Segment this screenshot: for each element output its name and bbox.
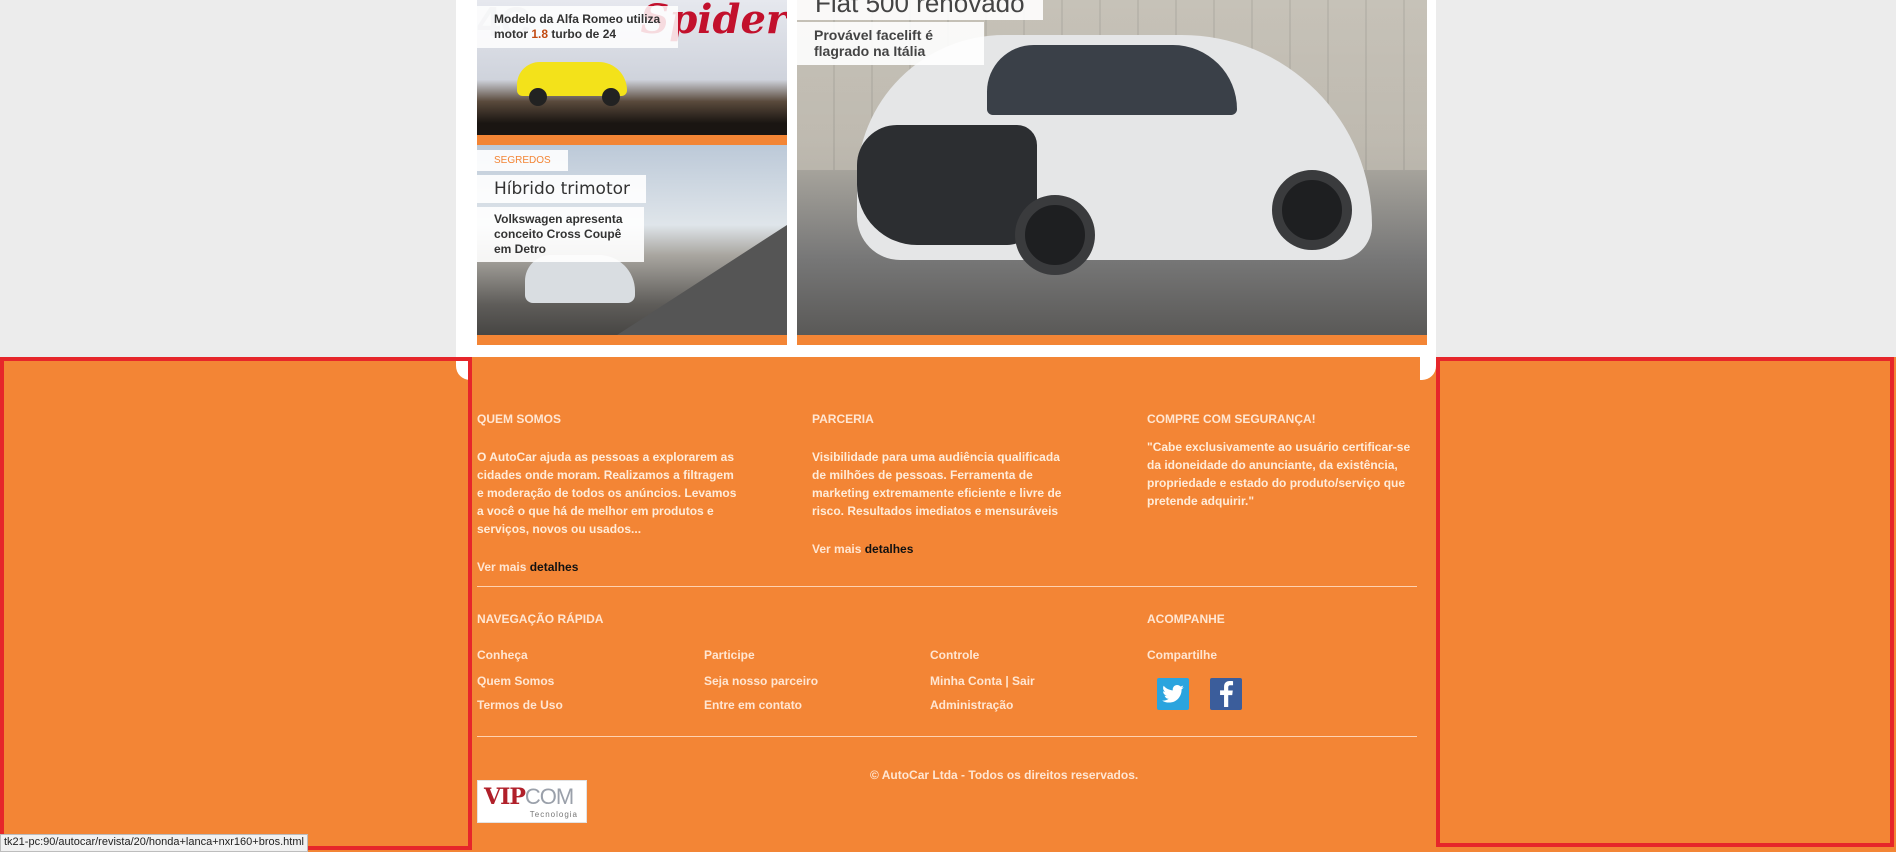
twitter-icon[interactable] [1157, 678, 1189, 710]
share-label: Compartilhe [1147, 648, 1218, 662]
car-window [987, 45, 1237, 115]
facebook-icon[interactable] [1210, 678, 1242, 710]
car-wheel [529, 88, 547, 106]
copyright-text: © AutoCar Ltda - Todos os direitos reser… [870, 768, 1139, 782]
partner-more: Ver mais detalhes [812, 542, 913, 556]
facebook-f-icon [1220, 681, 1234, 707]
partner-details-link[interactable]: detalhes [865, 542, 914, 556]
tile-title[interactable]: Híbrido trimotor [477, 175, 646, 203]
vipcom-logo-sub: Tecnologia [529, 810, 578, 819]
twitter-bird-icon [1162, 685, 1184, 703]
nav-link-controle[interactable]: Controle [930, 648, 979, 662]
car-wheel [602, 88, 620, 106]
nav-link-participe[interactable]: Participe [704, 648, 755, 662]
tile-category-tag[interactable]: SEGREDOS [477, 150, 568, 171]
about-heading: QUEM SOMOS [477, 412, 562, 426]
suv-car-image [525, 255, 635, 303]
logo-part-b: COM [524, 784, 574, 809]
nav-link-conheca[interactable]: Conheça [477, 648, 528, 662]
about-details-link[interactable]: detalhes [530, 560, 579, 574]
partner-heading: PARCERIA [812, 412, 874, 426]
nav-link-minha-conta[interactable]: Minha Conta | Sair [930, 674, 1035, 688]
quick-nav-heading: NAVEGAÇÃO RÁPIDA [477, 612, 604, 626]
news-tile-hybrid[interactable]: SEGREDOS Híbrido trimotor Volkswagen apr… [477, 145, 787, 345]
car-wheel [1015, 195, 1095, 275]
footer-divider [477, 736, 1417, 737]
vipcom-logo[interactable]: VIPCOM Tecnologia [477, 780, 587, 823]
logo-part-a: VIP [484, 784, 526, 810]
security-text: "Cabe exclusivamente ao usuário certific… [1147, 440, 1411, 508]
tile-title[interactable]: Fiat 500 renovado [797, 0, 1043, 20]
partner-text: Visibilidade para uma audiência qualific… [812, 450, 1062, 518]
tile-description: Volkswagen apresenta conceito Cross Coup… [477, 207, 644, 262]
footer-divider [477, 586, 1417, 587]
nav-link-parceiro[interactable]: Seja nosso parceiro [704, 674, 818, 688]
vipcom-logo-text: VIPCOM [484, 784, 574, 810]
highlight-frame-right [1436, 357, 1894, 847]
about-more: Ver mais detalhes [477, 560, 578, 574]
camouflage-front [857, 125, 1037, 245]
more-prefix: Ver mais [477, 560, 530, 574]
tile-accent-bar [477, 335, 787, 345]
caption-highlight: 1.8 [531, 27, 549, 41]
news-tile-fiat[interactable]: Fiat 500 renovado Provável facelift é fl… [797, 0, 1427, 345]
about-text: O AutoCar ajuda as pessoas a explorarem … [477, 450, 737, 536]
car-wheel [1272, 170, 1352, 250]
caption-text-suffix: turbo de 24 [548, 27, 617, 41]
nav-link-quem-somos[interactable]: Quem Somos [477, 674, 554, 688]
more-prefix: Ver mais [812, 542, 865, 556]
news-tile-spider[interactable]: 4C Spider Modelo da Alfa Romeo utiliza m… [477, 0, 787, 145]
highlight-frame-left [0, 357, 472, 850]
tile-accent-bar [477, 135, 787, 145]
browser-status-url: tk21-pc:90/autocar/revista/20/honda+lanc… [0, 834, 308, 852]
follow-heading: ACOMPANHE [1147, 612, 1225, 626]
nav-link-administracao[interactable]: Administração [930, 698, 1013, 712]
nav-link-contato[interactable]: Entre em contato [704, 698, 802, 712]
tile-caption: Modelo da Alfa Romeo utiliza motor 1.8 t… [477, 6, 678, 48]
nav-link-termos[interactable]: Termos de Uso [477, 698, 563, 712]
security-heading: COMPRE COM SEGURANÇA! [1147, 412, 1316, 426]
tile-description: Provável facelift é flagrado na Itália [797, 22, 984, 65]
tile-accent-bar [797, 335, 1427, 345]
